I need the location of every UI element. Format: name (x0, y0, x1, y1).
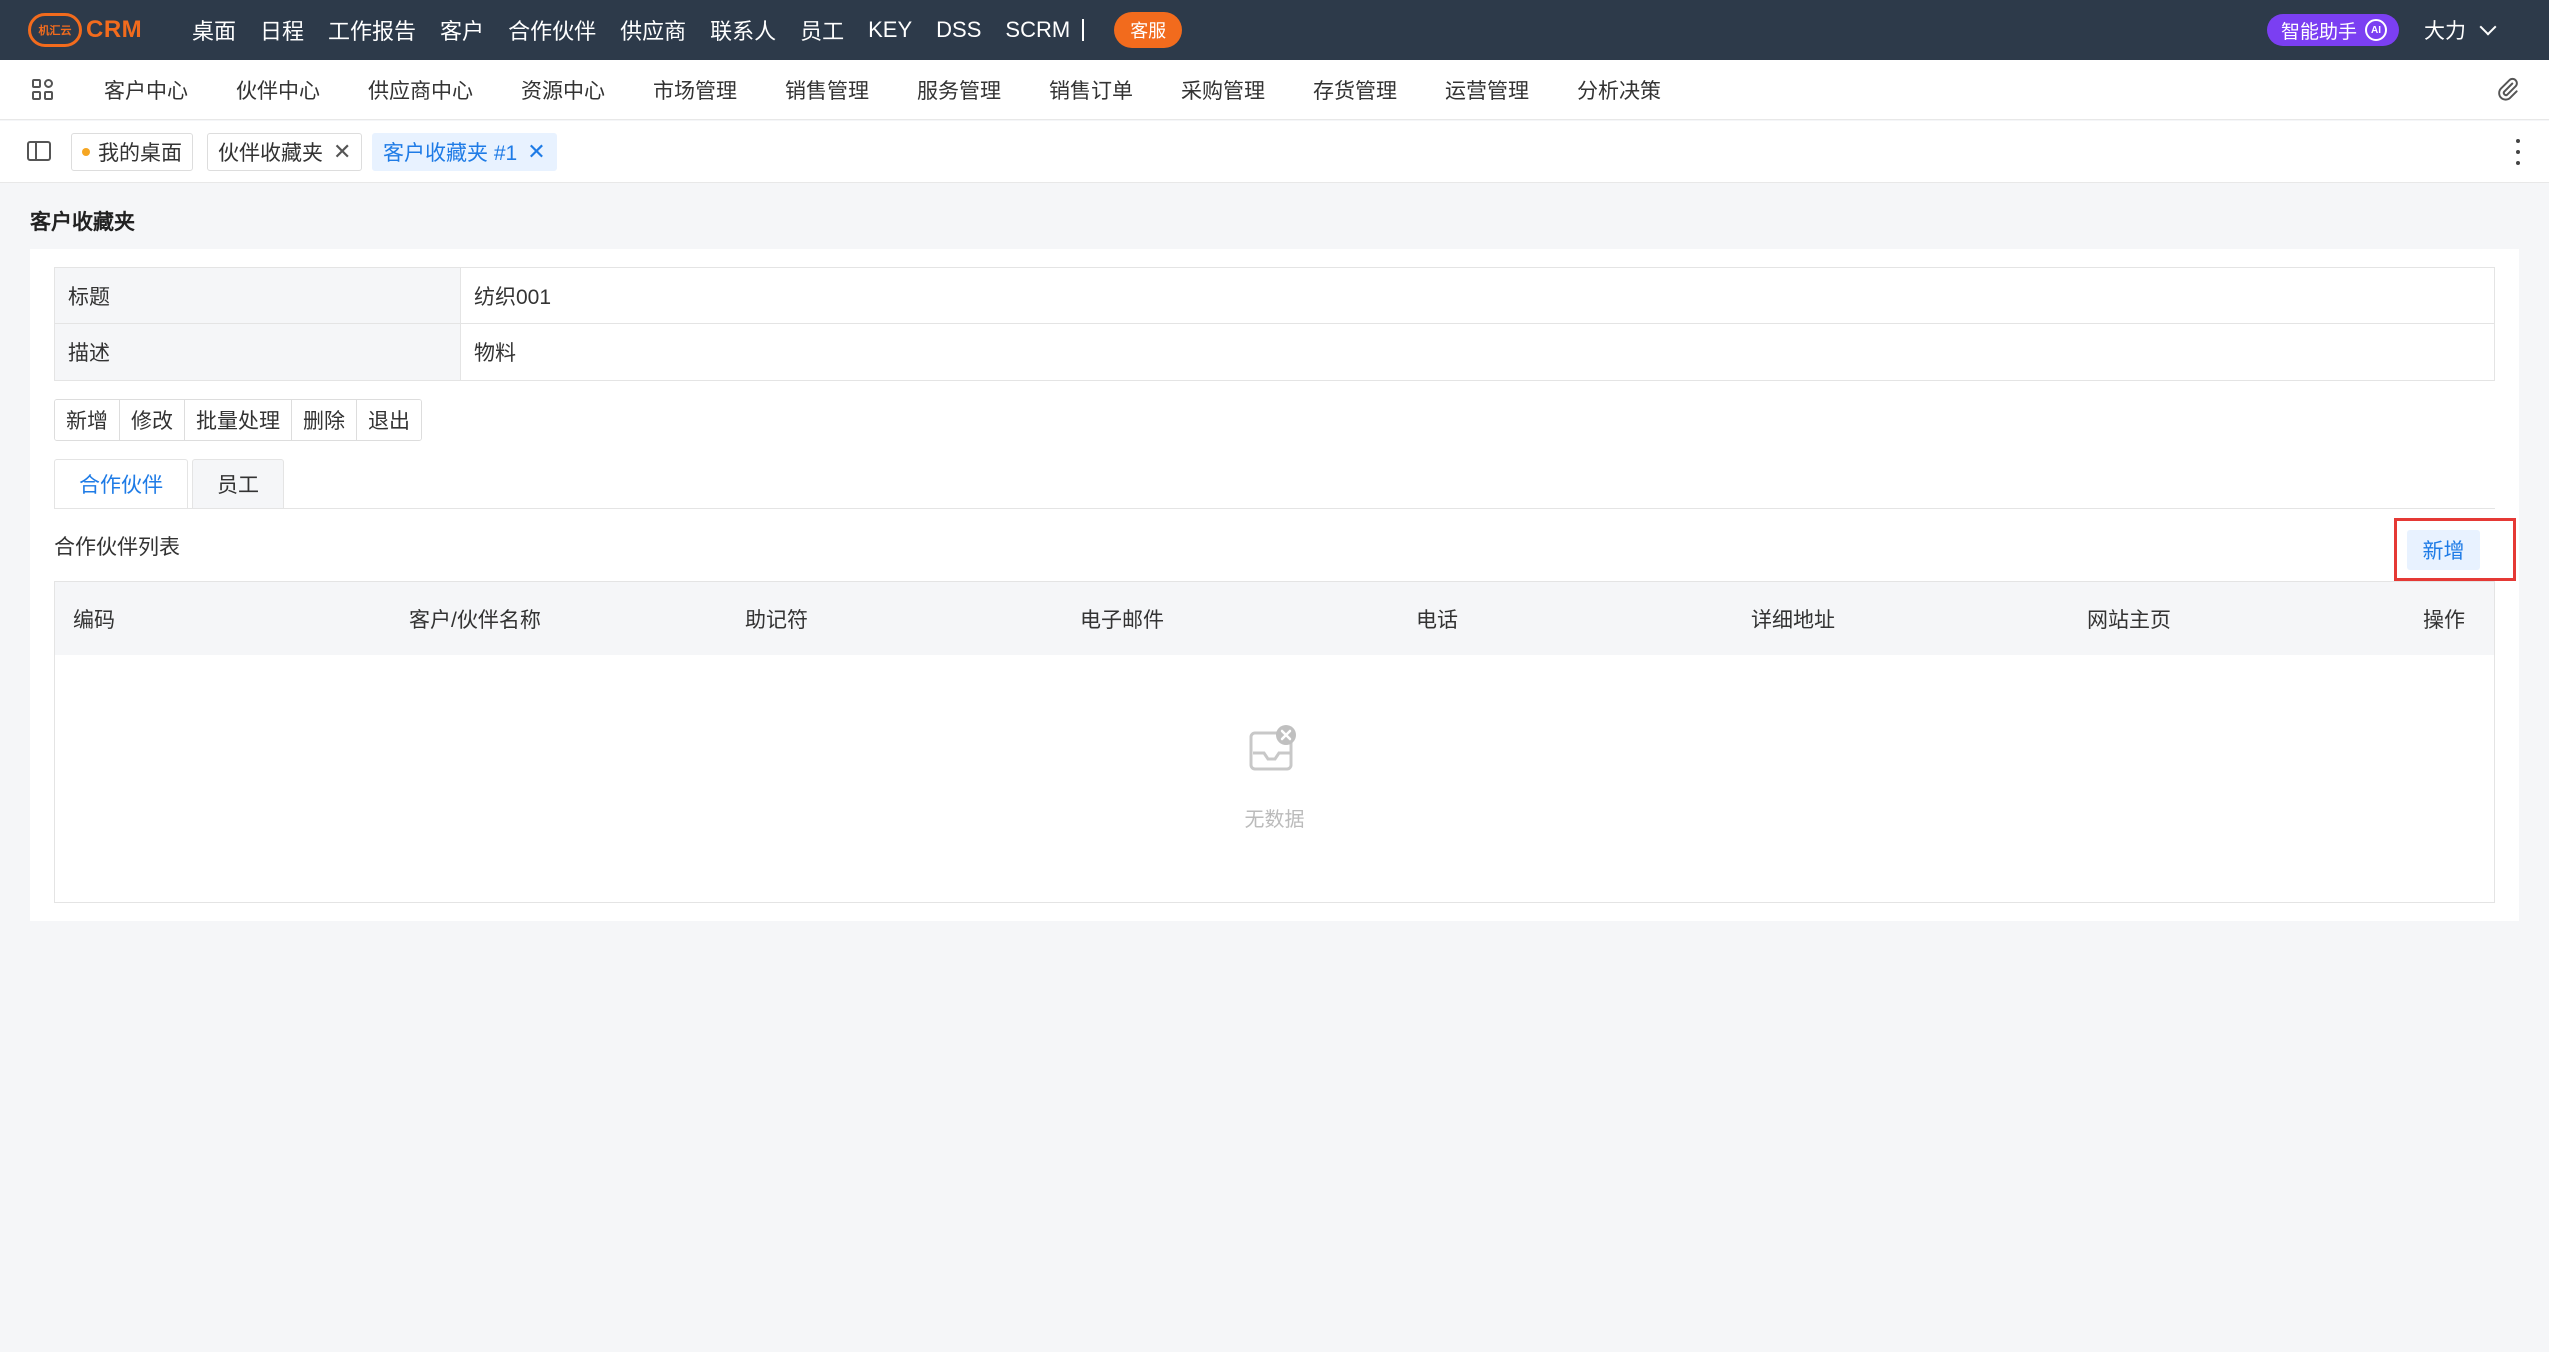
info-row: 标题 纺织001 (55, 268, 2494, 324)
tab-partner-favorites[interactable]: 伙伴收藏夹 ✕ (207, 133, 363, 171)
module-inventory[interactable]: 存货管理 (1313, 75, 1397, 105)
topnav-item-scrm[interactable]: SCRM (1005, 17, 1070, 43)
column-header-phone[interactable]: 电话 (1416, 582, 1458, 655)
ai-assistant-label: 智能助手 (2281, 21, 2358, 43)
info-label-description: 描述 (55, 324, 461, 380)
highlight-box: 新增 (2394, 518, 2516, 581)
empty-text: 无数据 (1244, 809, 1305, 831)
table-header: 编码 客户/伙伴名称 助记符 电子邮件 电话 详细地址 网站主页 操作 (55, 582, 2494, 655)
module-analytics[interactable]: 分析决策 (1577, 75, 1661, 105)
tab-strip: 我的桌面 伙伴收藏夹 ✕ 客户收藏夹 #1 ✕ (0, 121, 2549, 183)
module-nav: 客户中心 伙伴中心 供应商中心 资源中心 市场管理 销售管理 服务管理 销售订单… (0, 60, 2549, 120)
column-header-actions: 操作 (2423, 608, 2465, 632)
sub-tabs: 合作伙伴 员工 (54, 459, 288, 509)
action-button-group: 新增 修改 批量处理 删除 退出 (54, 399, 422, 441)
empty-state: 无数据 (55, 655, 2494, 903)
module-marketing[interactable]: 市场管理 (653, 75, 737, 105)
close-icon[interactable]: ✕ (527, 139, 545, 165)
ai-assistant-button[interactable]: 智能助手 AI (2267, 14, 2400, 46)
add-button[interactable]: 新增 (55, 400, 120, 440)
tab-label: 我的桌面 (98, 142, 182, 165)
batch-process-button[interactable]: 批量处理 (185, 400, 292, 440)
logo-text: CRM (86, 16, 143, 43)
partner-table: 编码 客户/伙伴名称 助记符 电子邮件 电话 详细地址 网站主页 操作 无数据 (54, 581, 2495, 903)
column-header-website[interactable]: 网站主页 (2087, 582, 2171, 655)
column-header-address[interactable]: 详细地址 (1751, 582, 1835, 655)
info-value-title: 纺织001 (474, 285, 552, 309)
info-row: 描述 物料 (55, 324, 2494, 380)
tab-my-desktop[interactable]: 我的桌面 (71, 133, 193, 171)
topnav-item-customer[interactable]: 客户 (440, 14, 484, 46)
user-name: 大力 (2424, 20, 2466, 43)
paperclip-icon[interactable] (2495, 77, 2521, 103)
topnav-item-contact[interactable]: 联系人 (710, 14, 776, 46)
app-logo[interactable]: 机汇云 CRM (28, 13, 142, 47)
content-card: 标题 纺织001 描述 物料 新增 修改 批量处理 删除 退出 合作伙伴 员工 … (30, 249, 2519, 921)
topnav-item-dss[interactable]: DSS (936, 17, 981, 43)
logo-cloud-icon: 机汇云 (28, 13, 82, 47)
topnav-item-work-report[interactable]: 工作报告 (328, 14, 416, 46)
more-vertical-icon[interactable] (2515, 139, 2521, 165)
column-header-code[interactable]: 编码 (73, 582, 115, 655)
column-header-email[interactable]: 电子邮件 (1080, 582, 1164, 655)
tab-dot-icon (82, 148, 90, 156)
info-value-description: 物料 (474, 342, 516, 365)
topnav-item-desktop[interactable]: 桌面 (192, 14, 236, 46)
top-nav: 桌面 日程 工作报告 客户 合作伙伴 供应商 联系人 员工 KEY DSS SC… (192, 0, 1183, 60)
topnav-item-schedule[interactable]: 日程 (260, 14, 304, 46)
delete-button[interactable]: 删除 (292, 400, 357, 440)
tab-label: 伙伴收藏夹 (218, 142, 323, 165)
tab-employees[interactable]: 员工 (192, 459, 284, 509)
top-bar: 机汇云 CRM 桌面 日程 工作报告 客户 合作伙伴 供应商 联系人 员工 KE… (0, 0, 2549, 60)
topnav-item-key[interactable]: KEY (868, 17, 912, 43)
divider (54, 508, 2495, 509)
topnav-item-supplier[interactable]: 供应商 (620, 14, 686, 46)
module-partner-center[interactable]: 伙伴中心 (236, 75, 320, 105)
add-partner-button[interactable]: 新增 (2407, 530, 2480, 570)
tab-label: 客户收藏夹 #1 (383, 142, 518, 165)
module-resource-center[interactable]: 资源中心 (521, 75, 605, 105)
chevron-down-icon (2479, 18, 2497, 36)
module-service[interactable]: 服务管理 (917, 75, 1001, 105)
topnav-divider (1082, 19, 1085, 41)
user-menu[interactable]: 大力 (2424, 15, 2497, 45)
edit-button[interactable]: 修改 (120, 400, 185, 440)
app-grid-icon[interactable] (32, 79, 54, 101)
empty-inbox-icon (1249, 725, 1296, 771)
tab-customer-favorites[interactable]: 客户收藏夹 #1 ✕ (372, 133, 557, 171)
logo-badge-text: 机汇云 (38, 25, 72, 37)
topnav-item-partner[interactable]: 合作伙伴 (508, 14, 596, 46)
info-table: 标题 纺织001 描述 物料 (54, 267, 2495, 381)
tab-partners[interactable]: 合作伙伴 (54, 459, 188, 509)
column-header-name[interactable]: 客户/伙伴名称 (409, 582, 541, 655)
customer-service-button[interactable]: 客服 (1114, 12, 1183, 48)
module-sales-order[interactable]: 销售订单 (1049, 75, 1133, 105)
info-label-title: 标题 (55, 268, 461, 323)
close-icon[interactable]: ✕ (333, 139, 351, 165)
module-purchase[interactable]: 采购管理 (1181, 75, 1265, 105)
list-title: 合作伙伴列表 (54, 536, 180, 559)
exit-button[interactable]: 退出 (357, 400, 421, 440)
module-sales[interactable]: 销售管理 (785, 75, 869, 105)
module-supplier-center[interactable]: 供应商中心 (368, 75, 473, 105)
module-customer-center[interactable]: 客户中心 (104, 75, 188, 105)
column-header-mnemonic[interactable]: 助记符 (745, 582, 808, 655)
ai-icon: AI (2365, 19, 2388, 41)
sidebar-toggle-icon[interactable] (27, 141, 51, 161)
topnav-item-employee[interactable]: 员工 (800, 14, 844, 46)
module-operations[interactable]: 运营管理 (1445, 75, 1529, 105)
page-title: 客户收藏夹 (30, 211, 135, 234)
